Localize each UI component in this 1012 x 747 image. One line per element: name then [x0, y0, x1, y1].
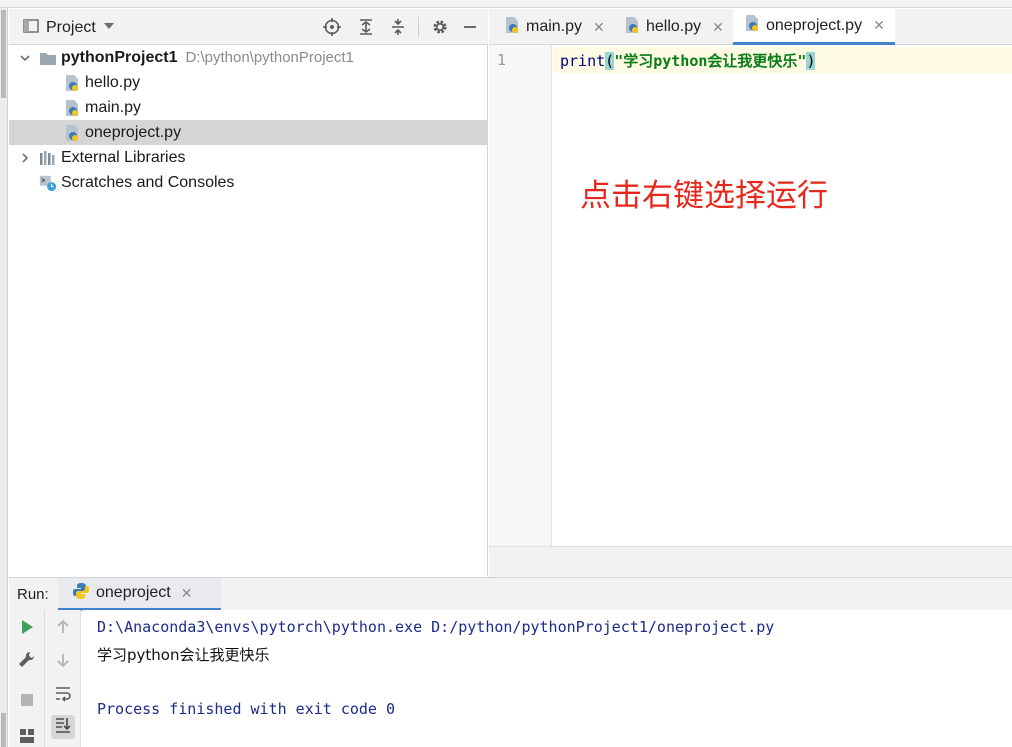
chevron-down-icon — [102, 19, 116, 37]
library-icon — [39, 149, 57, 167]
close-icon[interactable]: ✕ — [181, 585, 193, 602]
hide-panel-icon[interactable] — [461, 18, 479, 36]
code-editor[interactable]: print("学习python会让我更快乐") — [553, 45, 1012, 546]
tree-item-oneproject-py[interactable]: oneproject.py — [9, 120, 488, 145]
stop-icon — [20, 693, 34, 711]
project-path: D:\python\pythonProject1 — [185, 49, 354, 66]
tab-label: hello.py — [646, 18, 702, 35]
project-tool-tab[interactable] — [1, 10, 6, 98]
run-toolbar-primary — [9, 610, 45, 747]
code-function: print — [560, 52, 606, 70]
code-line[interactable]: print("学习python会让我更快乐") — [560, 50, 816, 71]
tab-hello-py[interactable]: hello.py ✕ — [613, 9, 734, 45]
tree-item-label: pythonProject1 — [61, 48, 178, 66]
run-panel-header: Run: oneproject ✕ — [9, 577, 1012, 611]
close-icon[interactable]: ✕ — [593, 19, 605, 36]
gear-icon[interactable] — [431, 18, 449, 36]
close-icon[interactable]: ✕ — [712, 19, 724, 36]
python-file-icon — [623, 16, 641, 39]
modify-run-config-button[interactable] — [15, 650, 39, 674]
python-file-icon — [63, 74, 81, 92]
project-panel-header: Project — [9, 9, 488, 45]
locate-icon[interactable] — [323, 18, 341, 36]
scroll-to-end-button[interactable] — [51, 715, 75, 739]
soft-wrap-icon — [54, 684, 72, 706]
tree-item-external-libraries[interactable]: External Libraries — [9, 145, 488, 170]
structure-tool-tab[interactable] — [1, 713, 6, 747]
tab-label: main.py — [526, 18, 583, 35]
close-icon[interactable]: ✕ — [873, 17, 885, 34]
scroll-down-button[interactable] — [51, 650, 75, 674]
tree-item-project-root[interactable]: pythonProject1 D:\python\pythonProject1 — [9, 45, 488, 70]
python-file-icon — [63, 124, 81, 142]
python-file-icon — [743, 14, 761, 37]
annotation-text: 点击右键选择运行 — [580, 178, 828, 214]
arrow-up-icon — [55, 619, 71, 639]
scroll-to-end-icon — [54, 716, 72, 738]
soft-wrap-button[interactable] — [51, 683, 75, 707]
chevron-right-icon[interactable] — [17, 150, 33, 166]
run-tab-oneproject[interactable]: oneproject ✕ — [58, 578, 221, 611]
console-output-line: 学习python会让我更快乐 — [97, 646, 270, 664]
folder-icon — [39, 49, 57, 67]
tree-item-main-py[interactable]: main.py — [9, 95, 488, 120]
tree-item-label: main.py — [85, 98, 142, 116]
run-tab-label: oneproject — [96, 584, 171, 601]
python-file-icon — [503, 16, 521, 39]
project-view-icon — [22, 17, 40, 39]
layout-icon — [19, 728, 35, 747]
wrench-icon — [18, 651, 36, 673]
arrow-down-icon — [55, 652, 71, 672]
collapse-all-icon[interactable] — [389, 18, 407, 36]
tree-item-label: hello.py — [85, 73, 141, 91]
run-button[interactable] — [15, 617, 39, 641]
layout-button[interactable] — [15, 726, 39, 747]
project-panel: Project pythonProject1 D:\python\pythonP… — [9, 9, 488, 576]
editor-tab-bar: main.py ✕ hello.py ✕ oneproject.py ✕ — [489, 9, 1012, 45]
project-view-selector[interactable]: Project — [22, 17, 116, 39]
tab-main-py[interactable]: main.py ✕ — [493, 9, 615, 45]
scroll-up-button[interactable] — [51, 617, 75, 641]
chevron-down-icon[interactable] — [17, 50, 33, 66]
line-number-gutter: 1 — [489, 45, 552, 546]
run-toolbar-secondary — [45, 610, 81, 747]
console-command-line: D:\Anaconda3\envs\pytorch\python.exe D:/… — [97, 618, 775, 636]
header-divider — [418, 17, 419, 37]
code-paren-open: ( — [605, 52, 615, 70]
code-string: "学习python会让我更快乐" — [614, 52, 807, 70]
stop-button[interactable] — [15, 690, 39, 714]
tree-item-label: Scratches and Consoles — [61, 173, 235, 191]
console-exit-line: Process finished with exit code 0 — [97, 700, 396, 718]
tree-item-scratches[interactable]: Scratches and Consoles — [9, 170, 488, 195]
code-paren-close: ) — [806, 52, 816, 70]
run-console[interactable]: D:\Anaconda3\envs\pytorch\python.exe D:/… — [82, 610, 1012, 747]
tree-item-label: oneproject.py — [85, 123, 182, 141]
line-number: 1 — [497, 51, 507, 69]
expand-all-icon[interactable] — [357, 18, 375, 36]
tab-label: oneproject.py — [766, 16, 863, 34]
left-tool-stripe — [0, 8, 8, 747]
tab-oneproject-py[interactable]: oneproject.py ✕ — [733, 9, 895, 45]
breadcrumb-bar — [0, 0, 1012, 8]
tree-item-label: External Libraries — [61, 148, 186, 166]
project-view-label: Project — [46, 19, 96, 36]
play-icon — [19, 619, 35, 639]
run-label: Run: — [17, 586, 49, 603]
editor-breadcrumb-area — [489, 546, 1012, 577]
scratches-icon — [39, 174, 57, 192]
python-file-icon — [63, 99, 81, 117]
python-icon — [72, 582, 90, 605]
tree-item-hello-py[interactable]: hello.py — [9, 70, 488, 95]
